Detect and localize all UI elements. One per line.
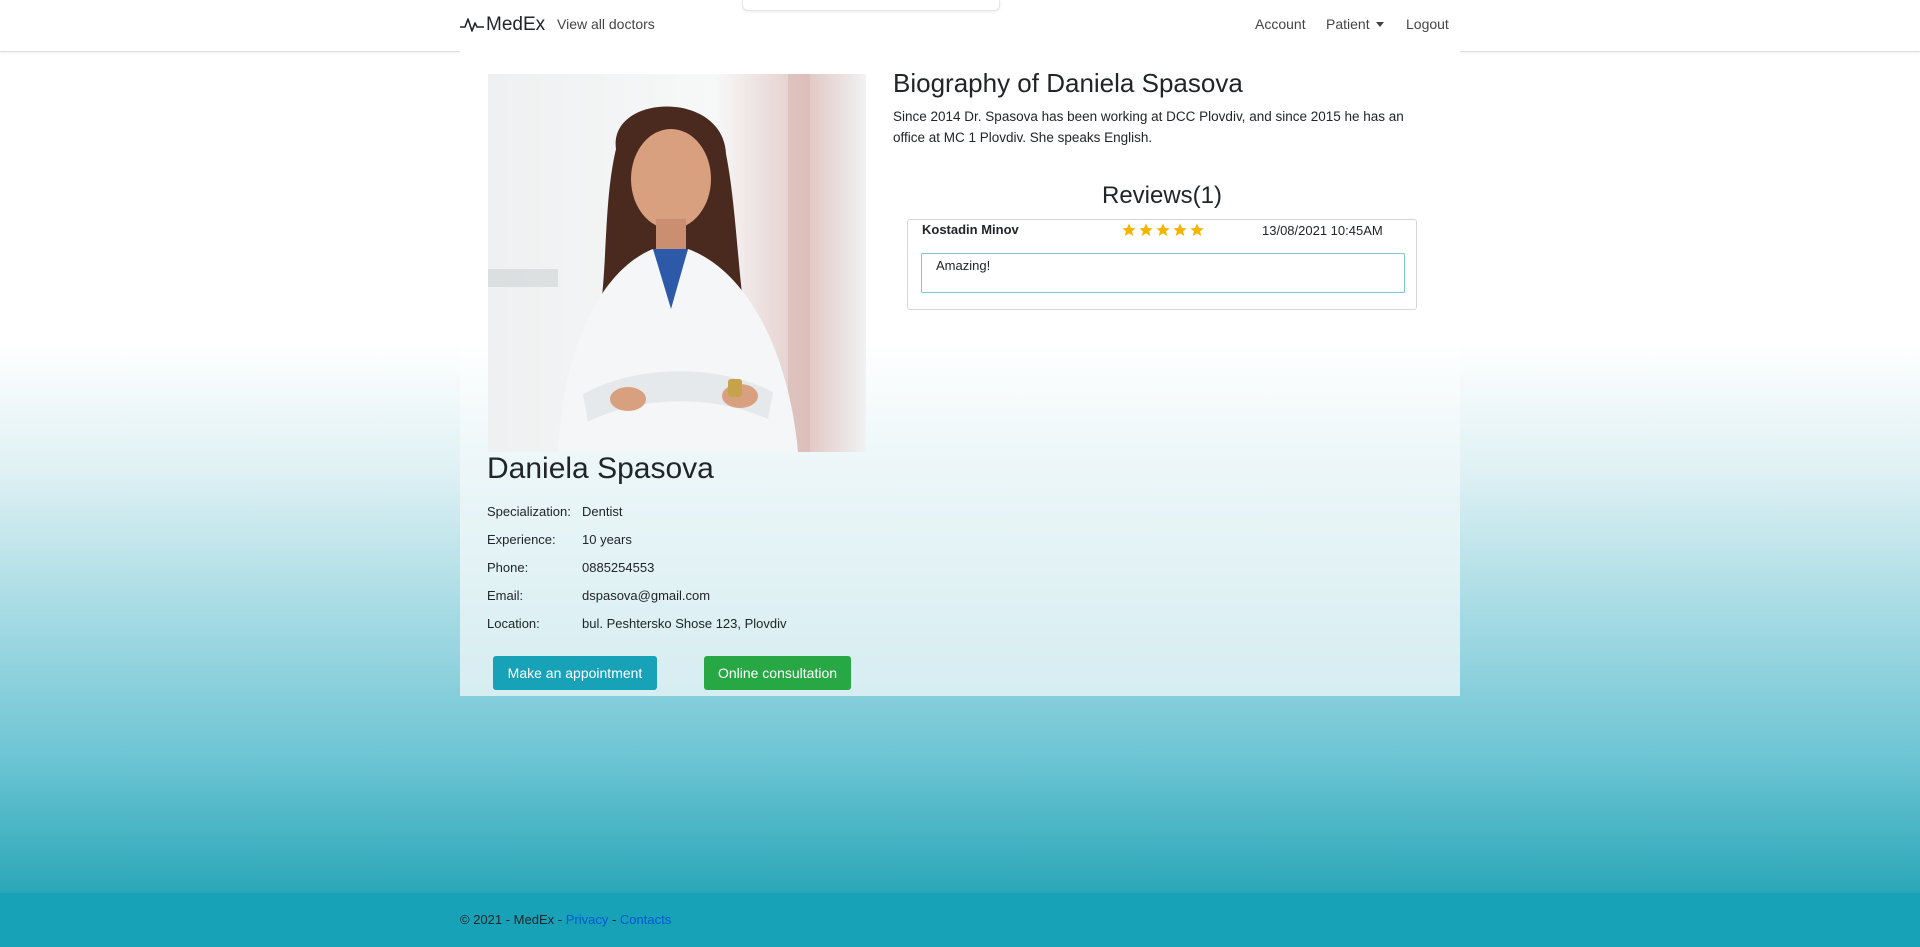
detail-label: Experience: xyxy=(487,532,556,547)
star-icon xyxy=(1173,223,1187,236)
detail-value: 0885254553 xyxy=(582,560,655,575)
brand-name: MedEx xyxy=(486,14,546,35)
brand-link[interactable]: MedEx xyxy=(460,14,545,36)
star-icon xyxy=(1139,223,1153,236)
detail-value: 10 years xyxy=(582,532,632,547)
review-text: Amazing! xyxy=(921,253,1405,293)
navbar: MedEx View all doctors Account Patient L… xyxy=(0,0,1920,52)
detail-value: Dentist xyxy=(582,504,623,519)
doctor-photo xyxy=(488,74,866,452)
nav-logout[interactable]: Logout xyxy=(1406,16,1449,32)
detail-value: dspasova@gmail.com xyxy=(582,588,711,603)
review-author: Kostadin Minov xyxy=(922,222,1019,237)
footer-separator: - xyxy=(611,912,617,927)
footer-privacy-link[interactable]: Privacy xyxy=(566,912,609,927)
footer: © 2021 - MedEx - Privacy - Contacts xyxy=(0,893,1920,947)
footer-copyright: © 2021 - MedEx - xyxy=(460,912,563,927)
nav-patient-label: Patient xyxy=(1326,16,1370,32)
detail-label: Phone: xyxy=(487,560,529,575)
star-icon xyxy=(1190,223,1204,236)
nav-view-all-doctors[interactable]: View all doctors xyxy=(557,16,655,32)
caret-down-icon xyxy=(1375,22,1384,27)
search-tab[interactable] xyxy=(742,0,1000,11)
nav-account[interactable]: Account xyxy=(1255,16,1306,32)
footer-text: © 2021 - MedEx - Privacy - Contacts xyxy=(460,912,671,927)
detail-label: Specialization: xyxy=(487,504,571,519)
star-icon xyxy=(1122,223,1136,236)
detail-value: bul. Peshtersko Shose 123, Plovdiv xyxy=(582,616,787,631)
star-icon xyxy=(1156,223,1170,236)
nav-patient-dropdown[interactable]: Patient xyxy=(1326,16,1384,32)
biography-text: Since 2014 Dr. Spasova has been working … xyxy=(893,109,1404,145)
detail-label: Location: xyxy=(487,616,540,631)
online-consultation-button[interactable]: Online consultation xyxy=(704,656,851,690)
biography-title: Biography of Daniela Spasova xyxy=(893,68,1243,98)
make-appointment-button[interactable]: Make an appointment xyxy=(493,656,657,690)
review-card: Kostadin Minov 13/08/2021 10:45AM Amazin… xyxy=(907,219,1417,310)
heartbeat-icon xyxy=(460,18,484,32)
detail-label: Email: xyxy=(487,588,524,603)
doctor-name: Daniela Spasova xyxy=(487,452,714,485)
review-rating xyxy=(1121,222,1205,238)
footer-contacts-link[interactable]: Contacts xyxy=(620,912,671,927)
review-date: 13/08/2021 10:45AM xyxy=(1262,223,1383,238)
reviews-title: Reviews(1) xyxy=(1101,182,1223,209)
